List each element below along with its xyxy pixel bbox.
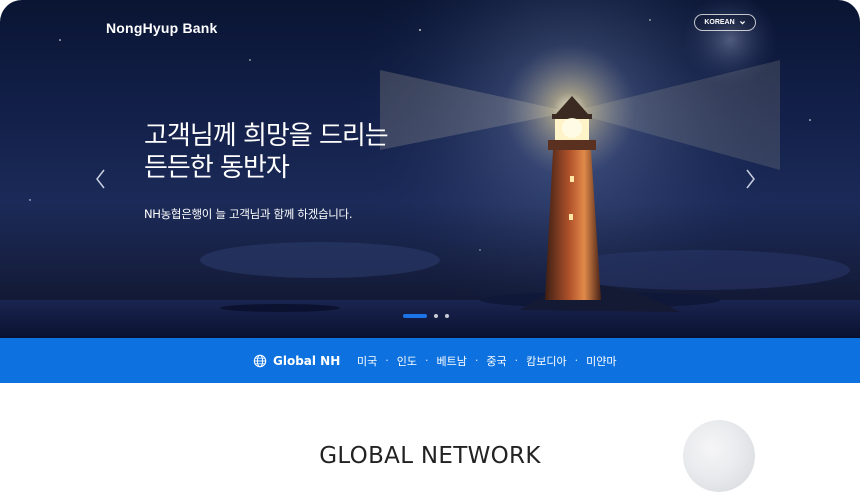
chevron-left-icon[interactable] <box>92 164 108 194</box>
hero-subtext: NH농협은행이 늘 고객님과 함께 하겠습니다. <box>144 207 353 221</box>
hero-headline-line-1: 고객님께 희망을 드리는 <box>144 121 389 151</box>
global-nh-label: Global NH <box>273 353 341 368</box>
country-link-usa[interactable]: 미국 <box>357 353 377 369</box>
hero-headline: 고객님께 희망을 드리는 든든한 동반자 <box>144 120 389 184</box>
country-link-myanmar[interactable]: 미얀마 <box>586 353 616 369</box>
separator: · <box>385 354 389 367</box>
slide-indicator-2[interactable] <box>434 314 438 318</box>
country-link-china[interactable]: 중국 <box>486 353 506 369</box>
hero-banner: NongHyup Bank KOREAN 고객님께 희망을 드리는 든든한 동반… <box>0 0 860 338</box>
country-links: 미국 · 인도 · 베트남 · 중국 · 캄보디아 · 미얀마 <box>357 338 616 383</box>
country-link-india[interactable]: 인도 <box>397 353 417 369</box>
language-selector[interactable]: KOREAN <box>694 14 756 31</box>
section-title: GLOBAL NETWORK <box>319 443 541 469</box>
separator: · <box>514 354 519 367</box>
separator: · <box>574 354 579 367</box>
hero-headline-line-2: 든든한 동반자 <box>144 153 290 183</box>
language-label: KOREAN <box>704 19 735 26</box>
global-nh-title[interactable]: Global NH <box>253 338 340 383</box>
global-nh-bar: Global NH 미국 · 인도 · 베트남 · 중국 · 캄보디아 · 미얀… <box>0 338 860 383</box>
country-link-vietnam[interactable]: 베트남 <box>437 353 467 369</box>
separator: · <box>474 354 479 367</box>
slide-indicator-1[interactable] <box>403 314 427 318</box>
chevron-right-icon[interactable] <box>743 164 759 194</box>
separator: · <box>425 354 429 367</box>
slide-indicator-3[interactable] <box>445 314 449 318</box>
page: NongHyup Bank KOREAN 고객님께 희망을 드리는 든든한 동반… <box>0 0 860 500</box>
slide-pagination <box>403 314 449 318</box>
globe-icon <box>253 354 267 367</box>
bank-logo[interactable]: NongHyup Bank <box>106 20 218 36</box>
chevron-down-icon <box>739 21 745 25</box>
hero-background-image <box>0 0 860 338</box>
country-link-cambodia[interactable]: 캄보디아 <box>526 353 566 369</box>
